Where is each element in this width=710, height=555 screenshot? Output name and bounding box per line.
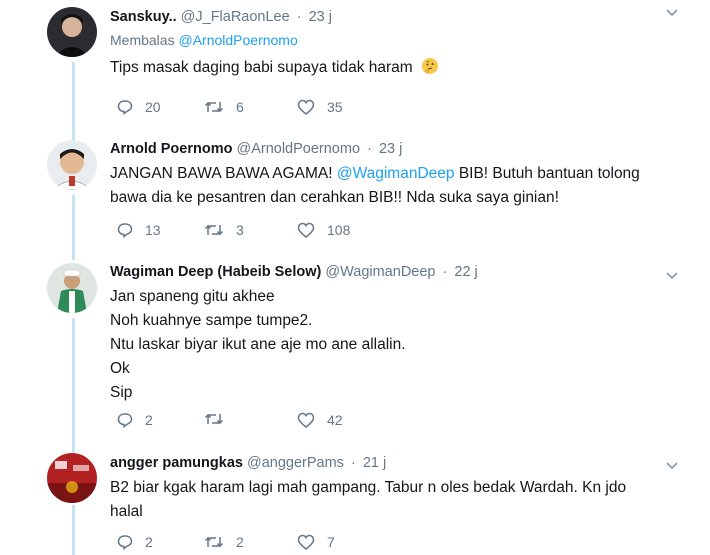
retweet-count: 3 <box>236 222 244 238</box>
author-handle[interactable]: @ArnoldPoernomo <box>236 141 360 157</box>
separator-dot: · <box>442 264 448 280</box>
tweet-text: Jan spaneng gitu akhee Noh kuahnye sampe… <box>110 285 686 405</box>
replying-to-link[interactable]: @ArnoldPoernomo <box>178 32 297 48</box>
author-name[interactable]: angger pamungkas <box>110 455 243 471</box>
tweet[interactable]: angger pamungkas @anggerPams · 21 j B2 b… <box>0 445 710 555</box>
avatar[interactable] <box>47 7 97 57</box>
reply-icon <box>117 535 133 550</box>
retweet-button[interactable]: 6 <box>204 99 244 115</box>
retweet-icon <box>204 413 224 425</box>
timestamp[interactable]: 22 j <box>454 264 477 280</box>
tweet-text-line: Ntu laskar biyar ikut ane aje mo ane all… <box>110 336 406 353</box>
avatar-image <box>47 7 97 57</box>
like-button[interactable]: 108 <box>297 222 350 238</box>
retweet-button[interactable] <box>204 412 236 426</box>
reply-count: 13 <box>145 222 161 238</box>
tweet-text: B2 biar kgak haram lagi mah gampang. Tab… <box>110 476 686 524</box>
like-count: 108 <box>327 222 351 238</box>
tweet-text-line: Tips masak daging babi supaya tidak hara… <box>110 59 413 76</box>
mention-link[interactable]: @WagimanDeep <box>337 165 455 182</box>
timestamp[interactable]: 23 j <box>309 9 332 25</box>
like-count: 42 <box>327 412 343 428</box>
author-handle[interactable]: @WagimanDeep <box>325 264 435 280</box>
reply-button[interactable]: 2 <box>117 412 153 428</box>
tweet-text: Tips masak daging babi supaya tidak hara… <box>110 56 686 83</box>
retweet-icon <box>204 224 224 236</box>
replying-prefix: Membalas <box>110 32 175 48</box>
tweet[interactable]: Sanskuy.. @J_FlaRaonLee · 23 j Membalas … <box>0 0 710 126</box>
tweet-text-line: Jan spaneng gitu akhee <box>110 288 275 305</box>
like-count: 7 <box>327 534 335 550</box>
retweet-icon <box>204 536 224 548</box>
author-handle[interactable]: @J_FlaRaonLee <box>181 9 290 25</box>
retweet-button[interactable]: 2 <box>204 534 244 550</box>
tweet-text-line: Sip <box>110 384 133 401</box>
reply-button[interactable]: 2 <box>117 534 153 550</box>
author-name[interactable]: Arnold Poernomo <box>110 141 232 157</box>
timestamp[interactable]: 23 j <box>379 141 402 157</box>
tweet-text-line: bawa dia ke pesantren dan cerahkan BIB!!… <box>110 189 559 206</box>
tweet[interactable]: Arnold Poernomo @ArnoldPoernomo · 23 j J… <box>0 130 710 250</box>
retweet-count: 6 <box>236 99 244 115</box>
avatar-image <box>47 263 97 313</box>
avatar[interactable] <box>47 140 97 190</box>
tweet[interactable]: Wagiman Deep (Habeib Selow) @WagimanDeep… <box>0 255 710 440</box>
replying-to: Membalas @ArnoldPoernomo <box>110 32 686 48</box>
heart-icon <box>297 412 315 428</box>
separator-dot: · <box>367 141 372 157</box>
reply-count: 2 <box>145 534 153 550</box>
heart-icon <box>297 222 315 238</box>
like-count: 35 <box>327 99 343 115</box>
heart-icon <box>297 534 315 550</box>
chevron-down-icon[interactable] <box>666 457 678 470</box>
like-button[interactable]: 42 <box>297 412 343 428</box>
avatar[interactable] <box>47 453 97 503</box>
separator-dot: · <box>350 455 356 471</box>
reply-count: 2 <box>145 412 153 428</box>
tweet-text: JANGAN BAWA BAWA AGAMA! @WagimanDeep BIB… <box>110 162 686 210</box>
timestamp[interactable]: 21 j <box>363 455 386 471</box>
chevron-down-icon[interactable] <box>666 267 678 280</box>
tweet-text-line: Noh kuahnye sampe tumpe2. <box>110 312 313 329</box>
avatar[interactable] <box>47 263 97 313</box>
retweet-button[interactable]: 3 <box>204 222 244 238</box>
retweet-icon <box>204 101 224 113</box>
retweet-count: 2 <box>236 534 244 550</box>
author-name[interactable]: Wagiman Deep (Habeib Selow) <box>110 264 321 280</box>
reply-button[interactable]: 13 <box>117 222 161 238</box>
like-button[interactable]: 7 <box>297 534 335 550</box>
chevron-down-icon[interactable] <box>666 4 678 17</box>
reply-count: 20 <box>145 99 161 115</box>
reply-icon <box>117 413 133 428</box>
tweet-text-line: B2 biar kgak haram lagi mah gampang. Tab… <box>110 479 627 496</box>
tweet-text-line: halal <box>110 503 143 520</box>
separator-dot: · <box>296 9 302 25</box>
tweet-text-part: JANGAN BAWA BAWA AGAMA! <box>110 165 333 182</box>
like-button[interactable]: 35 <box>297 99 343 115</box>
author-handle[interactable]: @anggerPams <box>247 455 344 471</box>
avatar-image <box>47 453 97 503</box>
tweet-text-part: BIB! Butuh bantuan tolong <box>458 165 640 182</box>
reply-icon <box>117 223 133 238</box>
reply-icon <box>117 100 133 115</box>
tweet-text-line: Ok <box>110 360 130 377</box>
reply-button[interactable]: 20 <box>117 99 161 115</box>
avatar-image <box>47 140 97 190</box>
heart-icon <box>297 99 315 115</box>
thinking-face-icon <box>421 57 439 83</box>
author-name[interactable]: Sanskuy.. <box>110 9 177 25</box>
